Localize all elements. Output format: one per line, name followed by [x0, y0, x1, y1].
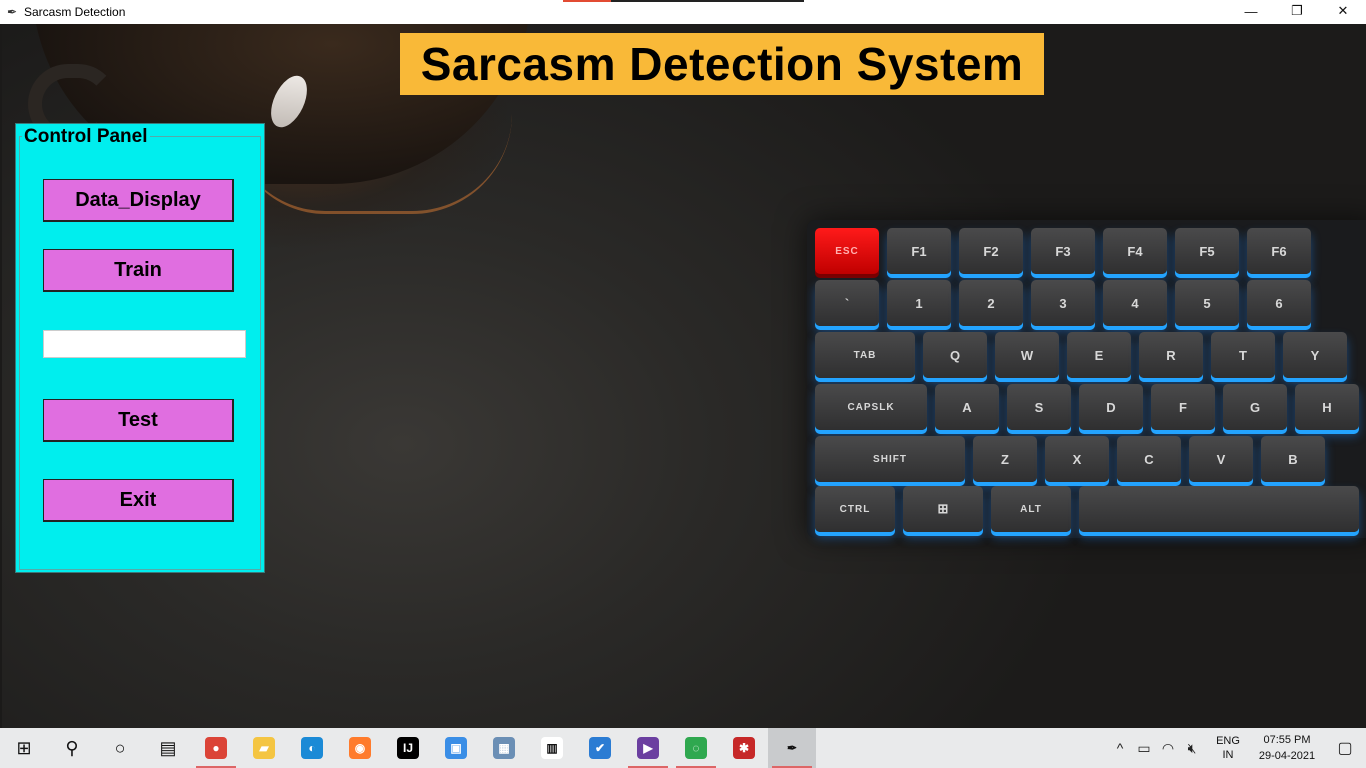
keyboard-key: D [1079, 384, 1143, 430]
keyboard-key: F6 [1247, 228, 1311, 274]
keyboard-key: G [1223, 384, 1287, 430]
python-feather-icon[interactable]: ✒ [768, 728, 816, 768]
window-controls: — ❐ ✕ [1228, 0, 1366, 24]
keyboard-key: F1 [887, 228, 951, 274]
keyboard-key: V [1189, 436, 1253, 482]
keyboard-key: W [995, 332, 1059, 378]
keyboard-key: H [1295, 384, 1359, 430]
keyboard-key: T [1211, 332, 1275, 378]
file-explorer-icon[interactable]: ▰ [240, 728, 288, 768]
notifications-icon[interactable]: ▢ [1324, 738, 1366, 758]
intellij-icon[interactable]: IJ [384, 728, 432, 768]
cortana-icon[interactable]: ○ [96, 728, 144, 768]
feather-icon: ✒ [6, 5, 18, 19]
volume-muted-icon[interactable]: 🔇︎ [1180, 740, 1204, 757]
keyboard-key: ` [815, 280, 879, 326]
exit-button[interactable]: Exit [43, 479, 234, 522]
test-button[interactable]: Test [43, 399, 234, 442]
window-title: Sarcasm Detection [24, 5, 126, 19]
window-titlebar: ✒ Sarcasm Detection — ❐ ✕ [0, 0, 1366, 24]
visual-studio-icon[interactable]: ▶ [624, 728, 672, 768]
keyboard-key: E [1067, 332, 1131, 378]
clock[interactable]: 07:55 PM 29-04-2021 [1250, 732, 1324, 764]
keyboard-key: Z [973, 436, 1037, 482]
keyboard-key: X [1045, 436, 1109, 482]
clock-time: 07:55 PM [1263, 734, 1311, 746]
system-tray: ^ ▭ ◠ 🔇︎ ENG IN 07:55 PM 29-04-2021 ▢ [1108, 728, 1366, 768]
keyboard-key: 2 [959, 280, 1023, 326]
taskbar: ⊞ ⚲ ○ ▤ ● ▰ ◐ ◉ IJ ▣ ▦ ▥ ✔ ▶ ◌ ✱ ✒ ^ ▭ ◠ 🔇︎ ENG IN 07:55… [0, 728, 1366, 768]
chevron-up-icon[interactable]: ^ [1108, 740, 1132, 756]
keyboard-key: Q [923, 332, 987, 378]
keyboard-key: Y [1283, 332, 1347, 378]
start-icon[interactable]: ⊞ [0, 728, 48, 768]
wifi-icon[interactable]: ◠ [1156, 740, 1180, 757]
search-icon[interactable]: ⚲ [48, 728, 96, 768]
keyboard-key: S [1007, 384, 1071, 430]
train-button[interactable]: Train [43, 249, 234, 292]
spider-icon[interactable]: ✱ [720, 728, 768, 768]
circle-app-icon[interactable]: ◌ [672, 728, 720, 768]
keyboard-key: ⊞ [903, 486, 983, 532]
battery-icon[interactable]: ▭ [1132, 740, 1156, 757]
edge-icon[interactable]: ◐ [288, 728, 336, 768]
keyboard-key: 5 [1175, 280, 1239, 326]
keyboard-key: F5 [1175, 228, 1239, 274]
close-button[interactable]: ✕ [1320, 0, 1366, 22]
keyboard-key: SHIFT [815, 436, 965, 482]
keyboard-key: CAPSLK [815, 384, 927, 430]
firefox-icon[interactable]: ◉ [336, 728, 384, 768]
test-text-input[interactable] [43, 330, 246, 358]
keyboard-key: ALT [991, 486, 1071, 532]
chrome-icon[interactable]: ● [192, 728, 240, 768]
keyboard-key: A [935, 384, 999, 430]
keyboard-key: F2 [959, 228, 1023, 274]
keyboard-image: ESC F1 F2 F3 F4 F5 F6 ` 1 2 3 4 5 6 TAB Q W E R T Y CAPSLK… [807, 220, 1366, 538]
store-icon[interactable]: ▥ [528, 728, 576, 768]
language-indicator[interactable]: ENG IN [1210, 734, 1246, 762]
restore-button[interactable]: ❐ [1274, 0, 1320, 22]
keyboard-key: C [1117, 436, 1181, 482]
keyboard-key: 3 [1031, 280, 1095, 326]
keyboard-key: F3 [1031, 228, 1095, 274]
task-view-icon[interactable]: ▤ [144, 728, 192, 768]
control-panel-legend: Control Panel [22, 126, 150, 148]
minimize-button[interactable]: — [1228, 0, 1274, 22]
keyboard-key: 4 [1103, 280, 1167, 326]
mug-rim-image [232, 114, 512, 214]
todo-icon[interactable]: ✔ [576, 728, 624, 768]
control-panel-icon[interactable]: ▣ [432, 728, 480, 768]
keyboard-key: F [1151, 384, 1215, 430]
keyboard-key: ESC [815, 228, 879, 274]
keyboard-key: 6 [1247, 280, 1311, 326]
app-banner: Sarcasm Detection System [400, 33, 1044, 95]
keyboard-key: TAB [815, 332, 915, 378]
keyboard-key: F4 [1103, 228, 1167, 274]
control-panel: Control Panel Data_Display Train Test Ex… [15, 123, 265, 573]
keyboard-key [1079, 486, 1359, 532]
keyboard-key: 1 [887, 280, 951, 326]
keyboard-key: R [1139, 332, 1203, 378]
clock-date: 29-04-2021 [1258, 750, 1316, 762]
titlebar-accent-strip [563, 0, 804, 2]
app-title: Sarcasm Detection System [420, 38, 1024, 90]
keyboard-key: B [1261, 436, 1325, 482]
keyboard-key: CTRL [815, 486, 895, 532]
network-icon[interactable]: ▦ [480, 728, 528, 768]
data-display-button[interactable]: Data_Display [43, 179, 234, 222]
